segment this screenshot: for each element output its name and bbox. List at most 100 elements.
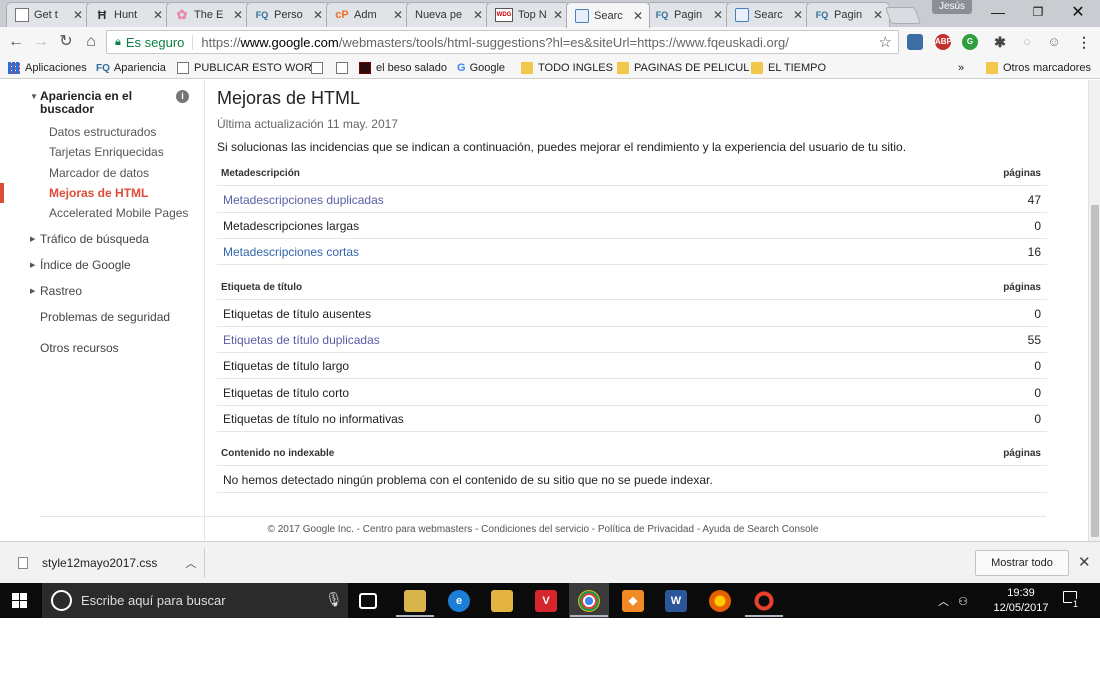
microphone-icon[interactable]: 🎙︎ (325, 591, 343, 608)
sidebar-item-data-highlighter[interactable]: Marcador de datos (49, 166, 149, 180)
browser-tab[interactable]: Nueva pe ✕ (406, 2, 490, 27)
bookmark-item[interactable]: G Google (457, 60, 505, 76)
close-tab-icon[interactable]: ✕ (73, 8, 83, 22)
sidebar-item-search-traffic[interactable]: Tráfico de búsqueda (40, 232, 149, 246)
download-item[interactable]: style12mayo2017.css ︿ (18, 555, 196, 571)
close-tab-icon[interactable]: ✕ (793, 8, 803, 22)
bookmark-star-icon[interactable]: ☆ (879, 33, 892, 51)
taskbar-search[interactable]: Escribe aquí para buscar 🎙︎ (42, 583, 348, 618)
sidebar-item-structured-data[interactable]: Datos estructurados (49, 125, 156, 139)
network-icon[interactable]: ⚇ (958, 596, 968, 608)
bookmarks-overflow-button[interactable]: » (958, 60, 964, 76)
close-tab-icon[interactable]: ✕ (473, 8, 483, 22)
word-icon[interactable]: W (665, 590, 687, 612)
caret-down-icon[interactable]: ▼ (30, 92, 38, 101)
taskbar-clock[interactable]: 19:39 12/05/2017 (991, 586, 1051, 616)
user-profile-badge[interactable]: Jesús (932, 0, 972, 14)
issue-link[interactable]: Metadescripciones duplicadas (223, 193, 384, 207)
windows-start-icon[interactable] (12, 593, 28, 609)
extension-icon[interactable] (907, 34, 923, 50)
forward-arrow-icon[interactable]: → (31, 33, 51, 51)
close-tab-icon[interactable]: ✕ (873, 8, 883, 22)
browser-tab[interactable]: Searc ✕ (726, 2, 810, 27)
file-explorer-icon[interactable] (404, 590, 426, 612)
issue-link[interactable]: Etiquetas de título duplicadas (223, 333, 380, 347)
close-download-bar-icon[interactable]: ✕ (1078, 553, 1091, 571)
bookmark-label: Aplicaciones (25, 62, 87, 74)
folder-icon[interactable] (491, 590, 513, 612)
bookmark-folder[interactable]: PAGINAS DE PELICUL (617, 60, 749, 76)
sidebar-item-other-resources[interactable]: Otros recursos (40, 341, 119, 355)
sidebar-item-amp[interactable]: Accelerated Mobile Pages (49, 206, 188, 220)
back-arrow-icon[interactable]: ← (6, 33, 26, 51)
browser-tab[interactable]: cP Adm ✕ (326, 2, 410, 27)
bookmark-item[interactable]: FQ Apariencia (96, 60, 166, 76)
new-tab-button[interactable] (884, 7, 922, 24)
info-icon[interactable]: i (176, 90, 189, 103)
browser-tab[interactable]: WDG Top N ✕ (486, 2, 570, 27)
browser-tab-active[interactable]: Searc ✕ (566, 2, 650, 28)
table-row: Etiquetas de título ausentes 0 (217, 300, 1047, 327)
action-center-icon[interactable]: 1 (1063, 591, 1081, 609)
browser-tab[interactable]: FQ Pagin ✕ (646, 2, 730, 27)
browser-tab[interactable]: Get t ✕ (6, 2, 90, 27)
browser-tab[interactable]: Ħ Hunt ✕ (86, 2, 170, 27)
issue-count: 0 (1034, 386, 1041, 400)
browser-tab[interactable]: ✿ The E ✕ (166, 2, 250, 27)
chrome-icon[interactable] (578, 590, 600, 612)
close-tab-icon[interactable]: ✕ (233, 8, 243, 22)
sidebar-item-html-improvements[interactable]: Mejoras de HTML (49, 186, 148, 200)
sidebar-section-appearance[interactable]: Apariencia en el buscador (40, 90, 175, 116)
chevron-up-icon[interactable]: ︿ (938, 596, 949, 608)
issue-count: 0 (1034, 307, 1041, 321)
sidebar-item-security-issues[interactable]: Problemas de seguridad (40, 310, 170, 324)
bookmark-item[interactable]: Aplicaciones (8, 60, 87, 76)
vertical-scrollbar[interactable] (1088, 80, 1100, 541)
bookmark-item[interactable] (336, 60, 353, 76)
avast-shield-icon[interactable]: ◆ (622, 590, 644, 612)
home-icon[interactable]: ⌂ (81, 33, 101, 51)
caret-right-icon[interactable]: ▶ (30, 235, 35, 243)
minimize-icon[interactable]: — (979, 0, 1017, 25)
caret-right-icon[interactable]: ▶ (30, 261, 35, 269)
bookmark-item[interactable] (311, 60, 328, 76)
close-tab-icon[interactable]: ✕ (313, 8, 323, 22)
chevron-up-icon[interactable]: ︿ (185, 555, 196, 571)
close-tab-icon[interactable]: ✕ (393, 8, 403, 22)
menu-dots-icon[interactable]: ⋮ (1076, 34, 1092, 50)
issue-label: Etiquetas de título corto (223, 386, 350, 400)
bookmark-folder[interactable]: TODO INGLES (521, 60, 613, 76)
firefox-icon[interactable] (709, 590, 731, 612)
extension-icon[interactable]: ○ (1019, 34, 1035, 50)
browser-tab[interactable]: FQ Pagin ✕ (806, 2, 890, 27)
show-all-downloads-button[interactable]: Mostrar todo (975, 550, 1069, 576)
close-tab-icon[interactable]: ✕ (633, 9, 643, 23)
restore-icon[interactable]: ❐ (1019, 0, 1057, 25)
edge-browser-icon[interactable]: e (448, 590, 470, 612)
bookmark-folder[interactable]: EL TIEMPO (751, 60, 826, 76)
bookmark-item[interactable]: PUBLICAR ESTO WOR (177, 60, 312, 76)
close-tab-icon[interactable]: ✕ (153, 8, 163, 22)
browser-tab[interactable]: FQ Perso ✕ (246, 2, 330, 27)
address-bar[interactable]: 🔒︎ Es seguro https://www.google.com/webm… (106, 30, 899, 54)
reload-icon[interactable]: ↻ (56, 33, 76, 51)
adblock-icon[interactable]: ABP (935, 34, 952, 50)
other-bookmarks-folder[interactable]: Otros marcadores (986, 60, 1091, 76)
system-tray[interactable]: ︿ ⚇ (938, 593, 968, 609)
app-icon[interactable] (753, 590, 775, 612)
extension-icon[interactable]: ☺ (1046, 34, 1062, 50)
close-tab-icon[interactable]: ✕ (713, 8, 723, 22)
task-view-icon[interactable] (359, 593, 377, 609)
sidebar-item-google-index[interactable]: Índice de Google (40, 258, 131, 272)
issue-link[interactable]: Metadescripciones cortas (223, 245, 359, 259)
close-tab-icon[interactable]: ✕ (553, 8, 563, 22)
vivaldi-icon[interactable]: V (535, 590, 557, 612)
sidebar-item-crawl[interactable]: Rastreo (40, 284, 82, 298)
extension-icon[interactable]: G (962, 34, 978, 50)
scrollbar-thumb[interactable] (1091, 205, 1099, 537)
caret-right-icon[interactable]: ▶ (30, 287, 35, 295)
extension-icon[interactable]: ✱ (992, 34, 1008, 50)
bookmark-item[interactable]: el beso salado (359, 60, 447, 76)
sidebar-item-rich-cards[interactable]: Tarjetas Enriquecidas (49, 145, 164, 159)
close-window-icon[interactable]: ✕ (1059, 0, 1097, 25)
